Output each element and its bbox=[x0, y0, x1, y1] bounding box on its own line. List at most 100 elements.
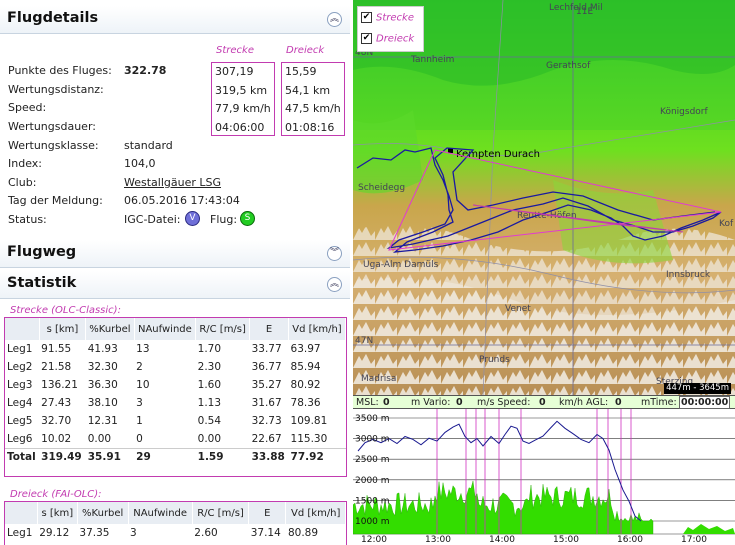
stat-cell: 85.94 bbox=[290, 361, 321, 373]
strecke-stat-table: s [km] %Kurbel NAufwinde R/C [m/s] E Vd [km/h… bbox=[4, 317, 347, 477]
place-prunds: Prunds bbox=[479, 355, 510, 365]
stat-header-cell: Vd [km/h] bbox=[288, 318, 346, 340]
strecke-values-box: 307,19 319,5 km 77,9 km/h 04:06:00 bbox=[211, 62, 275, 136]
stat-cell: 36.30 bbox=[87, 379, 118, 391]
expand-down-icon[interactable]: ︾ bbox=[327, 246, 342, 261]
stat-cell: 32.70 bbox=[41, 415, 72, 427]
place-uga: Uga-Alm Damüls bbox=[363, 260, 439, 270]
collapse-up-icon[interactable]: ︽ bbox=[327, 277, 342, 292]
igc-status-icon[interactable]: V bbox=[185, 211, 200, 226]
strecke-speed: 77,9 km/h bbox=[215, 102, 271, 115]
msl-label: MSL: bbox=[356, 397, 379, 408]
stat-cell: 80.92 bbox=[290, 379, 321, 391]
stat-cell: 319.49 bbox=[39, 447, 86, 466]
stat-cell: 38.10 bbox=[87, 397, 118, 409]
flug-status-icon[interactable]: S bbox=[240, 211, 255, 226]
stat-cell: 3 bbox=[130, 527, 137, 539]
legend-dreieck-toggle[interactable]: ✔ Dreieck bbox=[361, 33, 414, 47]
vario-value: 0 bbox=[456, 397, 463, 408]
punkte-label: Punkte des Fluges: bbox=[8, 64, 112, 77]
statistik-header[interactable]: Statistik ︽ bbox=[0, 271, 350, 299]
y-axis-label: 1000 m bbox=[355, 517, 390, 527]
table-row: Leg3 136.21 36.30 10 1.60 35.27 80.92 bbox=[5, 376, 346, 394]
collapse-up-icon[interactable]: ︽ bbox=[327, 12, 342, 27]
table-row: Leg1 29.12 37.35 3 2.60 37.14 80.89 bbox=[5, 524, 346, 542]
dreieck-speed: 47,5 km/h bbox=[285, 102, 341, 115]
place-kof: Kof bbox=[719, 219, 734, 229]
stat-header-cell: R/C [m/s] bbox=[195, 318, 251, 340]
stat-header-cell: %Kurbel bbox=[77, 502, 129, 524]
barogram[interactable]: 3500 m 3000 m 2500 m 2000 m 1500 m 1000 m 12:… bbox=[353, 409, 735, 545]
place-koenigsdorf: Königsdorf bbox=[660, 107, 708, 117]
stat-cell: Leg5 bbox=[7, 415, 33, 427]
agl-label: km/h AGL: bbox=[559, 397, 609, 408]
y-axis-label: 3000 m bbox=[355, 435, 390, 445]
y-axis-label: 2500 m bbox=[355, 455, 390, 465]
stat-cell: 29 bbox=[134, 447, 196, 466]
stat-cell: Leg1 bbox=[7, 343, 33, 355]
stat-cell: Total bbox=[5, 447, 40, 466]
strecke-distanz: 319,5 km bbox=[215, 83, 268, 97]
table-row: Leg1 91.55 41.93 13 1.70 33.77 63.97 bbox=[5, 340, 346, 358]
index-label: Index: bbox=[8, 157, 42, 170]
stat-cell: 1.59 bbox=[195, 447, 250, 466]
stat-header-cell: NAufwinde bbox=[134, 318, 197, 340]
stat-cell: 31.67 bbox=[251, 397, 282, 409]
altitude-scale: 447m - 3645m bbox=[664, 383, 731, 394]
stat-header-cell: E bbox=[248, 502, 287, 524]
index-value: 104,0 bbox=[124, 157, 156, 170]
y-axis-label: 2000 m bbox=[355, 476, 390, 486]
stat-cell: 12.31 bbox=[87, 415, 118, 427]
wertungsdauer-label: Wertungsdauer: bbox=[8, 120, 96, 133]
flight-details-panel: Flugdetails ︽ Strecke Dreieck Punkte des… bbox=[0, 0, 350, 545]
dreieck-distanz: 54,1 km bbox=[285, 83, 331, 97]
x-axis-label: 17:00 bbox=[681, 535, 707, 545]
flugdetails-header[interactable]: Flugdetails ︽ bbox=[0, 6, 350, 34]
stat-cell: 33.88 bbox=[249, 447, 289, 466]
stat-header-cell: NAufwinde bbox=[128, 502, 193, 524]
stat-cell: 78.36 bbox=[290, 397, 321, 409]
flugweg-title: Flugweg bbox=[7, 244, 77, 260]
stat-cell: Leg3 bbox=[7, 379, 33, 391]
club-link[interactable]: Westallgäuer LSG bbox=[124, 176, 221, 189]
checkbox-checked-icon[interactable]: ✔ bbox=[361, 33, 372, 44]
stat-cell: 80.89 bbox=[287, 527, 319, 539]
stat-header-cell: s [km] bbox=[37, 502, 78, 524]
table-row: Leg5 32.70 12.31 1 0.54 32.73 109.81 bbox=[5, 412, 346, 430]
table-row: Leg4 27.43 38.10 3 1.13 31.67 78.36 bbox=[5, 394, 346, 412]
msl-value: 0 bbox=[383, 397, 390, 408]
x-axis-label: 12:00 bbox=[361, 535, 387, 545]
stat-header-cell: s [km] bbox=[39, 318, 87, 340]
y-axis-label: 3500 m bbox=[355, 414, 390, 424]
place-madrisa: Madrisa bbox=[361, 374, 396, 384]
stat-cell: 91.55 bbox=[41, 343, 72, 355]
strecke-stat-label: Strecke (OLC-Classic): bbox=[10, 305, 121, 316]
checkbox-checked-icon[interactable]: ✔ bbox=[361, 12, 372, 23]
stat-cell: 37.35 bbox=[79, 527, 110, 539]
stat-cell: 22.67 bbox=[251, 432, 282, 445]
stat-cell: 13 bbox=[136, 343, 150, 355]
legend-strecke-toggle[interactable]: ✔ Strecke bbox=[361, 12, 414, 26]
stat-cell: 1.13 bbox=[197, 397, 222, 409]
place-scheidegg: Scheidegg bbox=[358, 183, 405, 193]
dreieck-column-header: Dreieck bbox=[286, 45, 325, 56]
stat-cell: 2 bbox=[136, 361, 143, 373]
stat-cell: Leg1 bbox=[7, 527, 33, 539]
club-label: Club: bbox=[8, 176, 37, 189]
stat-cell: 0.54 bbox=[197, 415, 222, 427]
statistik-title: Statistik bbox=[7, 275, 77, 291]
stat-header-cell: Vd [km/h] bbox=[285, 502, 346, 524]
stat-cell: 136.21 bbox=[41, 379, 78, 391]
flight-map[interactable]: 48N 47N 11E Lechfeld Mil Tannheim Gerath… bbox=[353, 0, 735, 395]
flugweg-header[interactable]: Flugweg ︾ bbox=[0, 240, 350, 268]
strecke-punkte: 307,19 bbox=[215, 65, 254, 78]
flugdetails-title: Flugdetails bbox=[7, 10, 99, 26]
legend-strecke-label: Strecke bbox=[376, 12, 414, 24]
y-axis-label: 1500 m bbox=[355, 496, 390, 506]
tag-label: Tag der Meldung: bbox=[8, 194, 103, 207]
agl-value: 0 bbox=[615, 397, 622, 408]
stat-cell: 35.91 bbox=[85, 447, 135, 466]
stat-cell: 0 bbox=[136, 432, 143, 445]
stat-cell: 10 bbox=[136, 379, 150, 391]
stat-cell: 35.27 bbox=[251, 379, 282, 391]
